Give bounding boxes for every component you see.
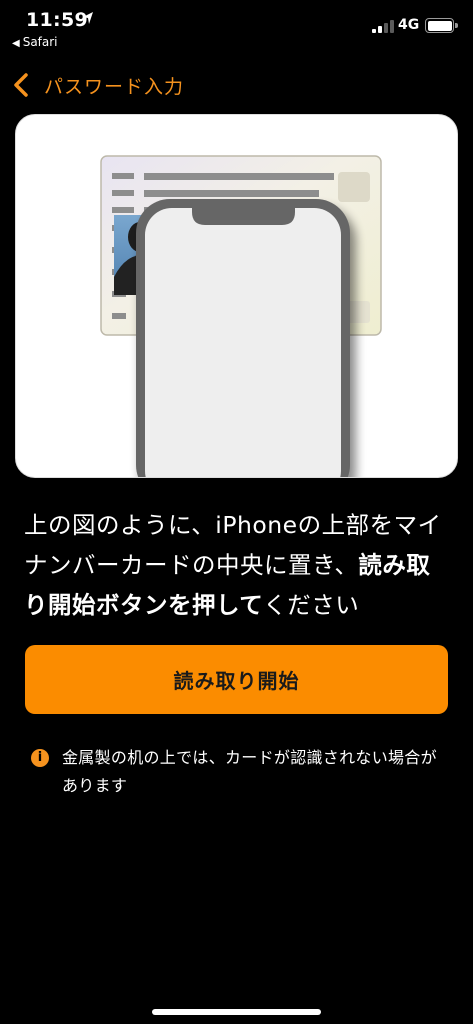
status-time: 11:59 bbox=[26, 9, 88, 31]
home-indicator[interactable] bbox=[152, 1009, 321, 1015]
status-bar: 11:59 ◀ Safari 4G bbox=[0, 0, 473, 56]
battery-icon bbox=[425, 18, 458, 33]
start-reading-button[interactable]: 読み取り開始 bbox=[25, 645, 448, 714]
note-text: 金属製の机の上では、カードが認識されない場合があります bbox=[62, 748, 437, 795]
note: i 金属製の机の上では、カードが認識されない場合があります bbox=[28, 744, 448, 800]
back-button[interactable]: パスワード入力 bbox=[12, 68, 184, 102]
back-app-label: Safari bbox=[22, 35, 58, 49]
back-triangle-icon: ◀ bbox=[12, 38, 20, 49]
navigation-bar: パスワード入力 bbox=[0, 62, 473, 106]
info-icon: i bbox=[31, 749, 49, 767]
instruction-part2: ください bbox=[263, 591, 360, 619]
back-to-app-link[interactable]: ◀ Safari bbox=[12, 35, 58, 49]
cellular-signal-icon bbox=[372, 19, 394, 33]
card-and-phone-illustration bbox=[15, 114, 458, 478]
iphone-illustration bbox=[136, 199, 350, 477]
location-arrow-icon bbox=[83, 12, 93, 24]
network-type: 4G bbox=[398, 17, 420, 33]
screen: 11:59 ◀ Safari 4G パスワード入力 上の図のように、iPhone… bbox=[0, 0, 473, 1024]
chevron-left-icon bbox=[14, 73, 28, 97]
instruction-text: 上の図のように、iPhoneの上部をマイナンバーカードの中央に置き、読み取り開始… bbox=[24, 505, 454, 625]
page-title: パスワード入力 bbox=[44, 75, 185, 98]
